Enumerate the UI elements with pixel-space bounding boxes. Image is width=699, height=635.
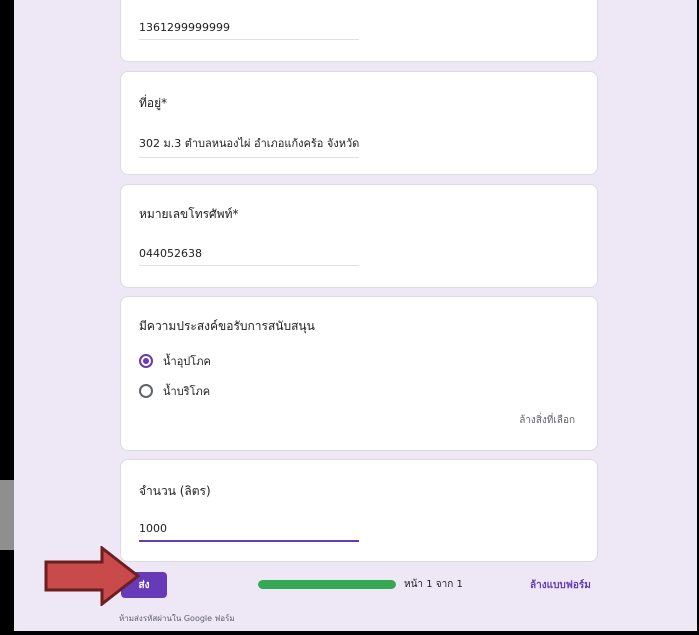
radio-option-drinking[interactable]: น้ำบริโภค [139,382,210,400]
amount-input[interactable]: 1000 [139,522,359,542]
id-number-answer[interactable]: 1361299999999 [139,21,359,40]
progress-fill [258,580,396,589]
purpose-title: มีความประสงค์ขอรับการสนับสนุน [139,319,315,333]
left-strip-grey [0,480,14,550]
radio-option-label: น้ำอุปโภค [163,355,211,368]
password-warning: ห้ามส่งรหัสผ่านใน Google ฟอร์ม [119,614,235,623]
question-card-phone: หมายเลขโทรศัพท์* 044052638 [120,184,598,288]
phone-answer[interactable]: 044052638 [139,247,359,266]
address-title: ที่อยู่* [139,96,168,110]
phone-title: หมายเลขโทรศัพท์* [139,207,239,221]
form-viewport: 1361299999999 ที่อยู่* 302 ม.3 ตำบลหนองไ… [14,0,697,631]
arrow-right-icon [44,546,140,606]
radio-option-consumption-use[interactable]: น้ำอุปโภค [139,352,211,370]
radio-unchecked-icon[interactable] [139,384,153,398]
address-answer[interactable]: 302 ม.3 ตำบลหนองไผ่ อำเภอแก้งคร้อ จังหวั… [139,134,359,158]
question-card-amount: จำนวน (ลิตร) 1000 [120,459,598,562]
left-strip [0,0,14,635]
question-card-id-number: 1361299999999 [120,0,598,62]
amount-title: จำนวน (ลิตร) [139,484,211,498]
clear-form-button[interactable]: ล้างแบบฟอร์ม [530,578,591,593]
radio-checked-icon[interactable] [139,354,153,368]
question-card-purpose: มีความประสงค์ขอรับการสนับสนุน น้ำอุปโภค … [120,296,598,451]
clear-selection-button[interactable]: ล้างสิ่งที่เลือก [519,413,575,428]
question-card-address: ที่อยู่* 302 ม.3 ตำบลหนองไผ่ อำเภอแก้งคร… [120,71,598,175]
progress-bar [258,580,396,589]
bottom-border [0,631,699,635]
radio-option-label: น้ำบริโภค [163,385,211,398]
page-indicator: หน้า 1 จาก 1 [404,579,463,590]
